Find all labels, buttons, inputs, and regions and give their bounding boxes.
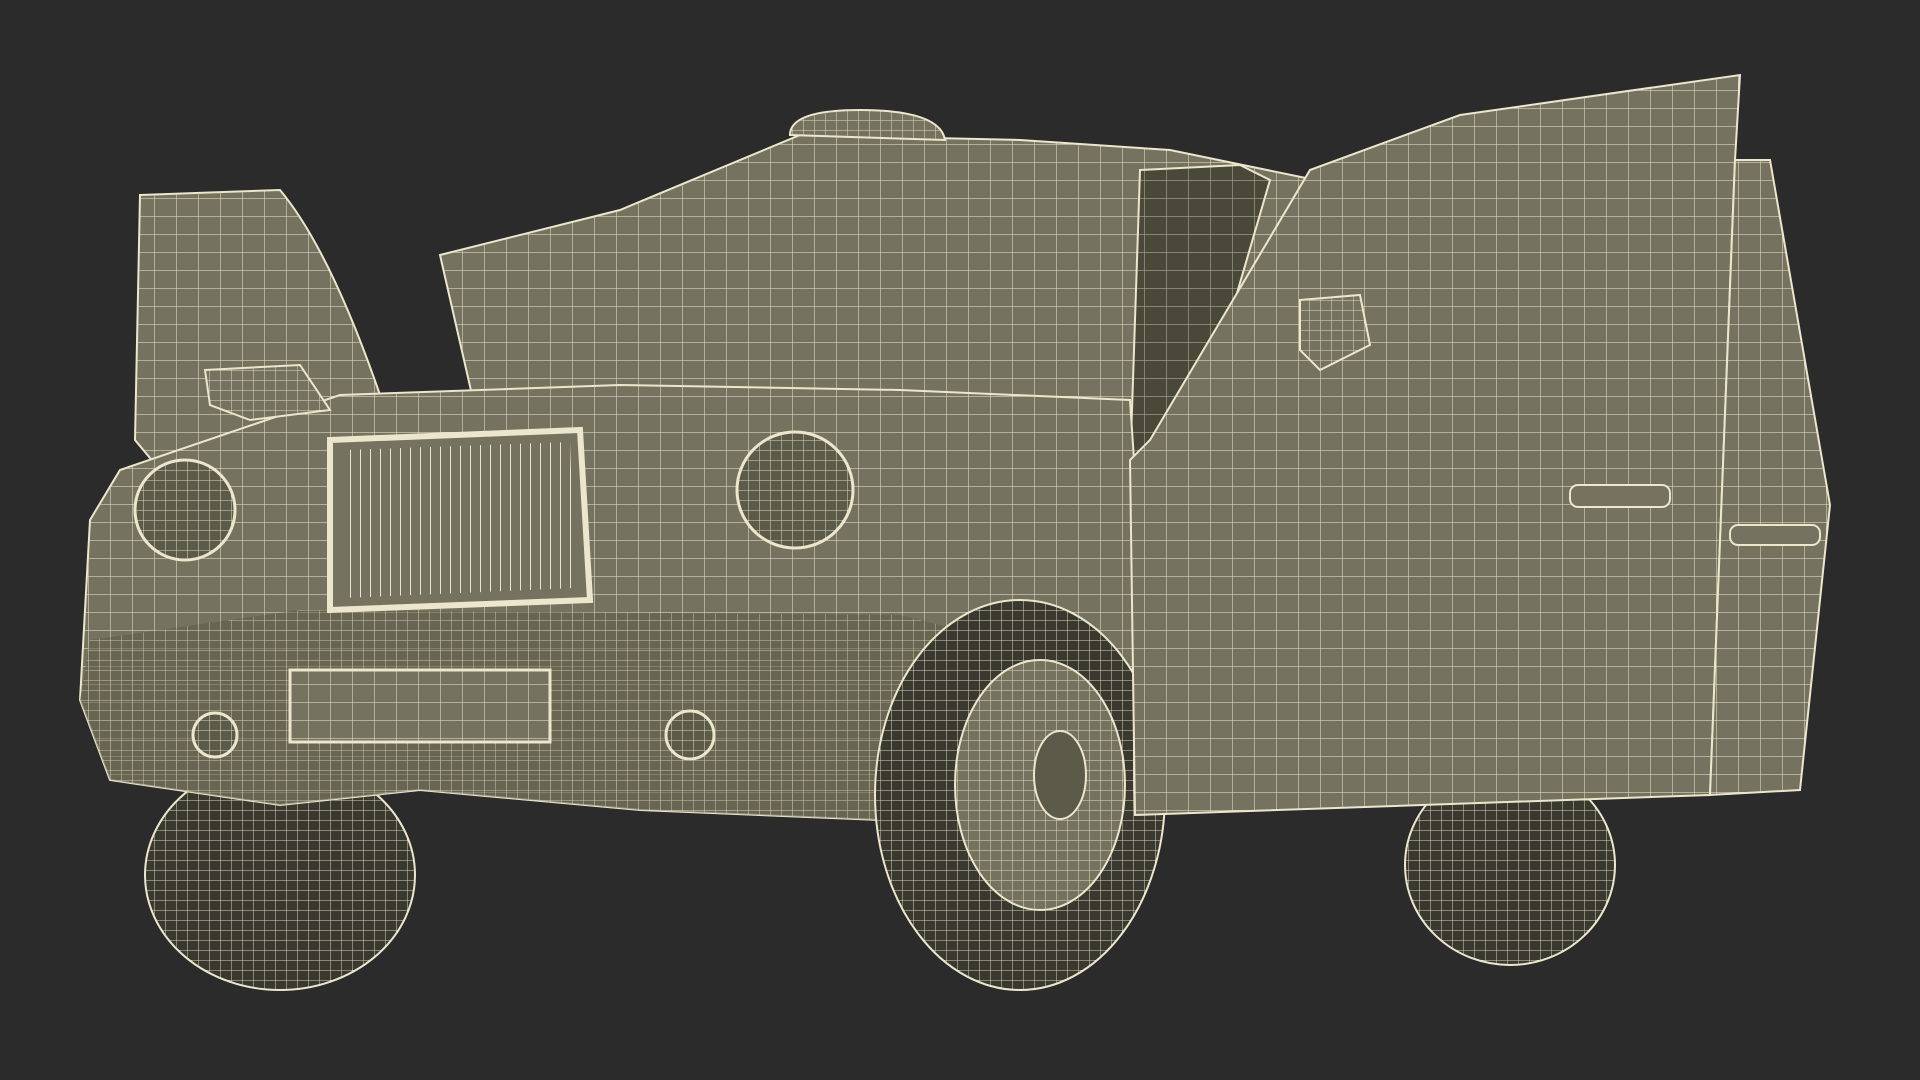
right-fog-light <box>664 709 716 761</box>
render-viewport <box>0 0 1920 1080</box>
front-right-wheel <box>874 599 1166 991</box>
wireframe-car-model <box>78 73 1832 991</box>
left-fog-light <box>191 711 239 759</box>
left-headlight <box>133 458 237 562</box>
right-headlight <box>735 430 855 550</box>
front-grille <box>327 426 594 614</box>
number-plate <box>288 668 552 744</box>
